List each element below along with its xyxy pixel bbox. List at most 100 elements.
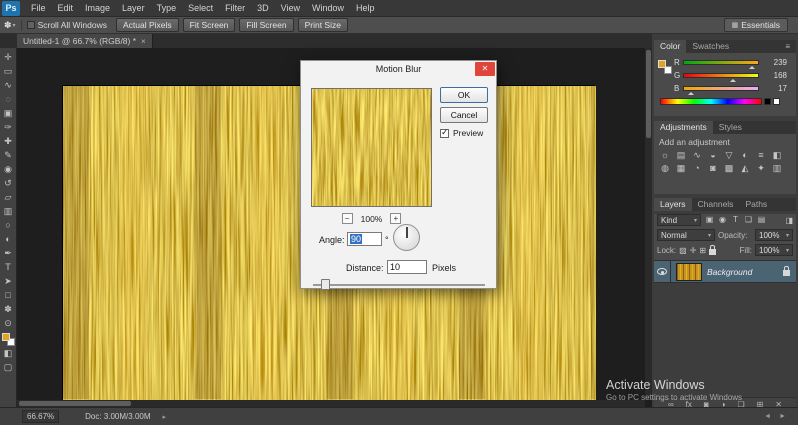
- preview-checkbox[interactable]: ✓: [440, 129, 449, 138]
- panel-tab[interactable]: Layers: [654, 198, 692, 211]
- ok-button[interactable]: OK: [440, 87, 488, 103]
- exposure-icon[interactable]: ◒: [705, 149, 721, 162]
- zoom-in-button[interactable]: +: [390, 213, 401, 224]
- filter-shape-layers-icon[interactable]: ❏: [743, 214, 754, 226]
- current-tool-preview[interactable]: ✽ ▾: [4, 20, 16, 31]
- cancel-button[interactable]: Cancel: [440, 107, 488, 123]
- panel-tab[interactable]: Paths: [739, 198, 773, 211]
- options-button[interactable]: Actual Pixels: [116, 18, 179, 32]
- panel-tab[interactable]: Color: [654, 40, 686, 53]
- panel-tab[interactable]: Channels: [692, 198, 740, 211]
- slider-marker[interactable]: [688, 89, 694, 95]
- screen-mode-icon[interactable]: ▢: [0, 360, 16, 374]
- move-tool-icon[interactable]: ✛: [0, 50, 16, 64]
- clone-stamp-tool-icon[interactable]: ◉: [0, 162, 16, 176]
- angle-input[interactable]: 90: [347, 232, 382, 246]
- menu-item[interactable]: Window: [306, 0, 350, 17]
- blend-mode-dropdown[interactable]: Normal ▾: [657, 229, 715, 241]
- invert-icon[interactable]: ◙: [705, 162, 721, 175]
- filter-smart-objects-icon[interactable]: ▤: [756, 214, 767, 226]
- slider-thumb[interactable]: [321, 279, 330, 290]
- quick-selection-tool-icon[interactable]: ◌: [0, 92, 16, 106]
- black-white-icon[interactable]: ◧: [769, 149, 785, 162]
- status-menu-arrow-icon[interactable]: ▸: [163, 413, 167, 421]
- eye-icon[interactable]: [657, 268, 667, 275]
- options-button[interactable]: Print Size: [298, 18, 348, 32]
- menu-item[interactable]: Filter: [219, 0, 251, 17]
- blur-tool-icon[interactable]: ○: [0, 218, 16, 232]
- workspace-switcher-button[interactable]: ▦ Essentials: [724, 18, 788, 32]
- filter-preview-image[interactable]: [311, 88, 432, 207]
- panel-tab[interactable]: Styles: [713, 121, 748, 134]
- color-panel-swatches[interactable]: [658, 60, 672, 74]
- channel-slider-track[interactable]: [683, 73, 759, 78]
- menu-item[interactable]: 3D: [251, 0, 275, 17]
- type-tool-icon[interactable]: T: [0, 260, 16, 274]
- lasso-tool-icon[interactable]: ∿: [0, 78, 16, 92]
- scrollbar-thumb[interactable]: [646, 50, 651, 138]
- scroll-all-windows-checkbox[interactable]: [27, 21, 35, 29]
- lock-all-icon[interactable]: [709, 249, 716, 255]
- curves-icon[interactable]: ∿: [689, 149, 705, 162]
- lock-position-icon[interactable]: ✛: [690, 246, 697, 255]
- filter-pixel-layers-icon[interactable]: ▣: [704, 214, 715, 226]
- channel-mixer-icon[interactable]: ▦: [673, 162, 689, 175]
- visibility-cell[interactable]: [654, 261, 671, 283]
- kind-filter-dropdown[interactable]: Kind ▾: [657, 214, 701, 226]
- channel-value[interactable]: 168: [759, 71, 787, 80]
- vertical-scrollbar[interactable]: [645, 48, 652, 400]
- filter-type-layers-icon[interactable]: T: [730, 214, 741, 226]
- color-balance-icon[interactable]: ≡: [753, 149, 769, 162]
- angle-dial[interactable]: [393, 224, 420, 251]
- threshold-icon[interactable]: ◭: [737, 162, 753, 175]
- white-swatch[interactable]: [773, 98, 780, 105]
- history-brush-tool-icon[interactable]: ↺: [0, 176, 16, 190]
- color-lookup-icon[interactable]: ◔: [689, 162, 705, 175]
- dialog-title-bar[interactable]: Motion Blur ✕: [301, 61, 496, 77]
- document-tab[interactable]: Untitled-1 @ 66.7% (RGB/8) * ×: [17, 34, 153, 48]
- photo-filter-icon[interactable]: ◍: [657, 162, 673, 175]
- menu-item[interactable]: Edit: [52, 0, 80, 17]
- scrollbar-thumb[interactable]: [19, 401, 131, 406]
- foreground-color-swatch[interactable]: [658, 60, 666, 68]
- brightness-contrast-icon[interactable]: ☼: [657, 149, 673, 162]
- foreground-color-swatch[interactable]: [2, 333, 10, 341]
- marquee-tool-icon[interactable]: ▭: [0, 64, 16, 78]
- lock-all-icon[interactable]: ⊞: [699, 246, 706, 255]
- panel-tab[interactable]: Adjustments: [654, 121, 713, 134]
- menu-item[interactable]: Image: [79, 0, 116, 17]
- menu-item[interactable]: Layer: [116, 0, 151, 17]
- filter-toggle-icon[interactable]: ◨: [785, 216, 793, 225]
- options-button[interactable]: Fit Screen: [183, 18, 236, 32]
- filter-adjustment-layers-icon[interactable]: ◉: [717, 214, 728, 226]
- channel-slider-track[interactable]: [683, 60, 759, 65]
- zoom-tool-icon[interactable]: ⊙: [0, 316, 16, 330]
- black-swatch[interactable]: [764, 98, 771, 105]
- opacity-dropdown[interactable]: 100% ▾: [755, 229, 793, 241]
- document-size-info[interactable]: Doc: 3.00M/3.00M: [85, 412, 150, 421]
- eyedropper-tool-icon[interactable]: ✑: [0, 120, 16, 134]
- lock-transparency-icon[interactable]: ▨: [679, 246, 687, 255]
- channel-value[interactable]: 239: [759, 58, 787, 67]
- gradient-map-icon[interactable]: ▥: [769, 162, 785, 175]
- levels-icon[interactable]: ▤: [673, 149, 689, 162]
- posterize-icon[interactable]: ▩: [721, 162, 737, 175]
- healing-brush-tool-icon[interactable]: ✚: [0, 134, 16, 148]
- close-icon[interactable]: ×: [141, 37, 146, 46]
- crop-tool-icon[interactable]: ▣: [0, 106, 16, 120]
- vibrance-icon[interactable]: ▽: [721, 149, 737, 162]
- menu-item[interactable]: Select: [182, 0, 219, 17]
- color-spectrum-bar[interactable]: [660, 98, 762, 105]
- close-icon[interactable]: ✕: [475, 62, 495, 76]
- foreground-background-swatches[interactable]: [2, 333, 15, 346]
- zoom-level-field[interactable]: 66.67%: [22, 410, 59, 423]
- pen-tool-icon[interactable]: ✒: [0, 246, 16, 260]
- eraser-tool-icon[interactable]: ▱: [0, 190, 16, 204]
- quick-mask-mode-icon[interactable]: ◧: [0, 346, 16, 360]
- menu-item[interactable]: View: [275, 0, 306, 17]
- menu-item[interactable]: File: [25, 0, 52, 17]
- panel-menu-icon[interactable]: ≡: [785, 42, 790, 51]
- panel-tab[interactable]: Swatches: [686, 40, 735, 53]
- zoom-out-button[interactable]: −: [342, 213, 353, 224]
- hand-tool-icon[interactable]: ✽: [0, 302, 16, 316]
